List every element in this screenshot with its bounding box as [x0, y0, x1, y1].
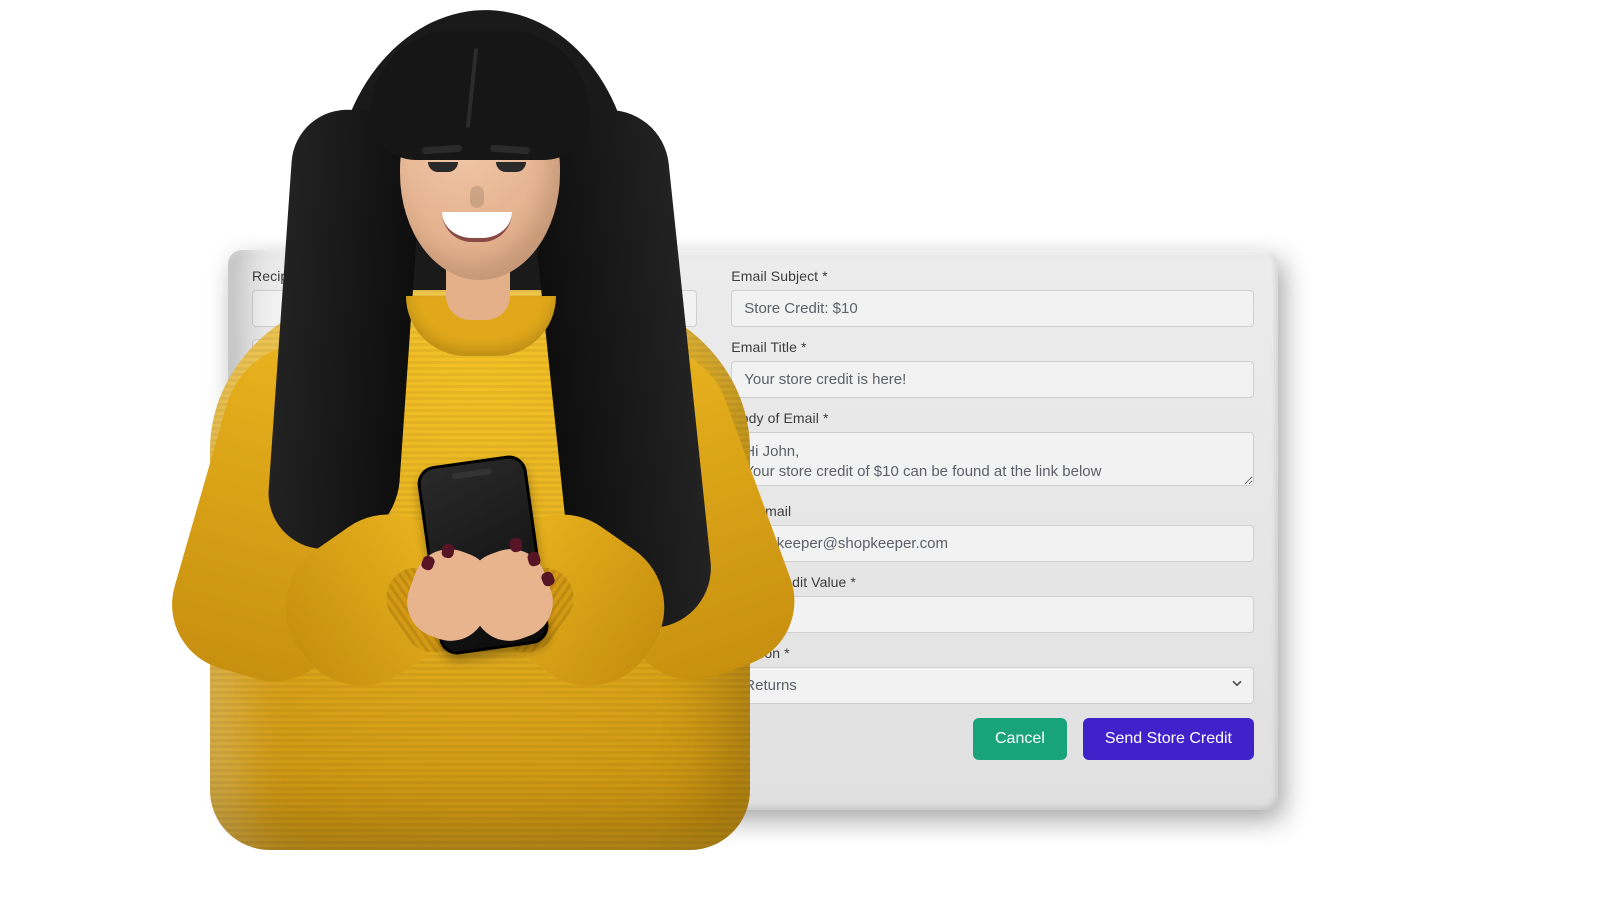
recipient-name-label: Recipient Name * — [252, 268, 697, 284]
cancel-button[interactable]: Cancel — [973, 718, 1067, 760]
reason-select[interactable]: Returns — [731, 667, 1254, 704]
email-subject-label: Email Subject * — [731, 268, 1254, 284]
cc-email-field: CC Email — [731, 503, 1254, 562]
cc-email-label: CC Email — [731, 503, 1254, 519]
obscured-input-2[interactable] — [252, 389, 697, 427]
recipient-name-input[interactable] — [252, 290, 697, 327]
email-body-textarea[interactable] — [731, 432, 1254, 486]
form-actions: Cancel Send Store Credit — [731, 718, 1254, 760]
recipient-name-field: Recipient Name * — [252, 268, 697, 327]
form-left-column: Recipient Name * — [252, 268, 697, 788]
reason-label: Reason * — [731, 645, 1254, 661]
email-body-field: Body of Email * — [731, 410, 1254, 491]
store-credit-value-label: Store Credit Value * — [731, 574, 1254, 590]
form-right-column: Email Subject * Email Title * Body of Em… — [731, 268, 1254, 788]
store-credit-form-panel: Recipient Name * Email Subject * Email T… — [228, 250, 1278, 810]
email-subject-input[interactable] — [731, 290, 1254, 327]
reason-field: Reason * Returns — [731, 645, 1254, 704]
obscured-input-1[interactable] — [252, 339, 697, 377]
email-body-label: Body of Email * — [731, 410, 1254, 426]
email-title-field: Email Title * — [731, 339, 1254, 398]
email-subject-field: Email Subject * — [731, 268, 1254, 327]
email-title-input[interactable] — [731, 361, 1254, 398]
store-credit-value-field: Store Credit Value * — [731, 574, 1254, 633]
obscured-field-2 — [252, 389, 697, 427]
send-store-credit-button[interactable]: Send Store Credit — [1083, 718, 1254, 760]
cc-email-input[interactable] — [731, 525, 1254, 562]
obscured-field-1 — [252, 339, 697, 377]
store-credit-value-input[interactable] — [731, 596, 1254, 633]
email-title-label: Email Title * — [731, 339, 1254, 355]
